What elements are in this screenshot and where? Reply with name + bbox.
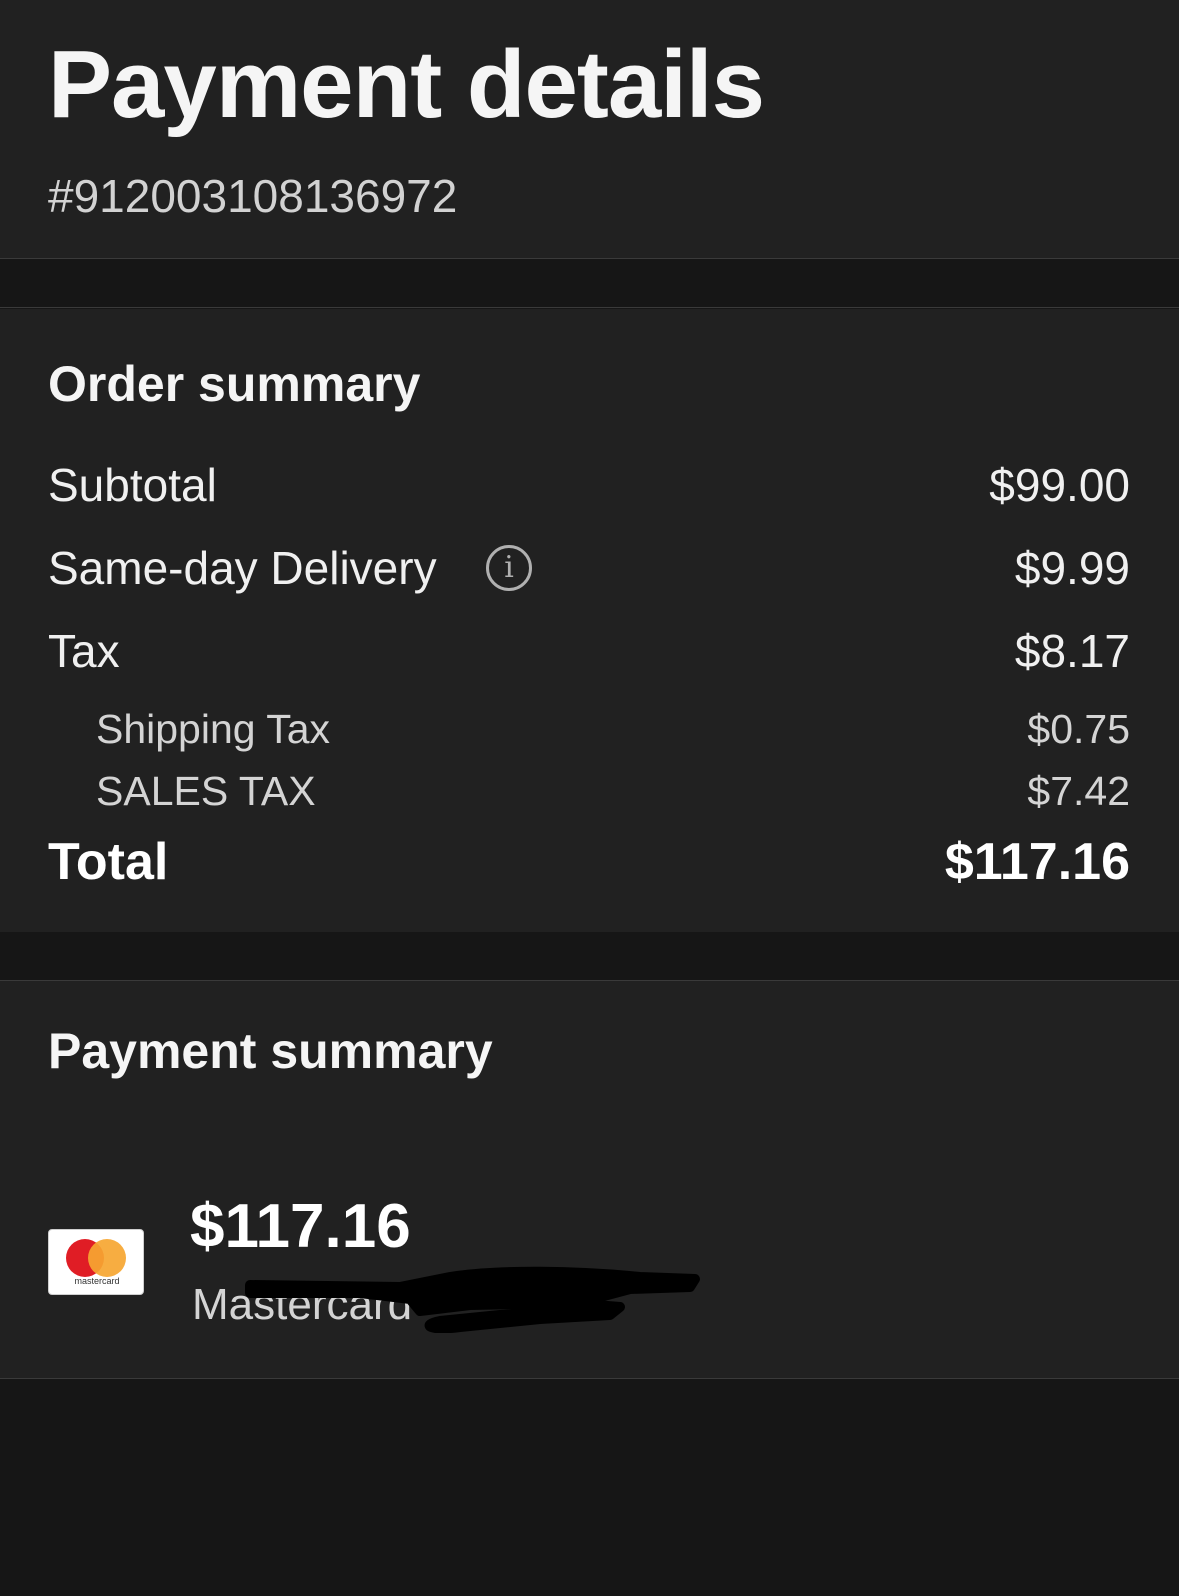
redaction-scribble (245, 1266, 700, 1333)
payment-summary-card: Payment summary mastercard $117.16 Maste… (0, 981, 1179, 1379)
delivery-value: $9.99 (1014, 542, 1130, 594)
shipping-tax-value: $0.75 (1027, 706, 1130, 752)
section-divider (0, 932, 1179, 981)
delivery-row: Same-day Delivery i $9.99 (48, 538, 1130, 598)
order-summary-title: Order summary (48, 356, 421, 412)
total-label: Total (48, 833, 169, 891)
sales-tax-label: SALES TAX (96, 768, 316, 814)
subtotal-value: $99.00 (989, 459, 1130, 511)
header: Payment details #912003108136972 (0, 0, 1179, 259)
sales-tax-row: SALES TAX $7.42 (48, 761, 1130, 821)
total-row: Total $117.16 (48, 832, 1130, 892)
delivery-label: Same-day Delivery (48, 542, 437, 594)
payment-amount: $117.16 (190, 1192, 411, 1261)
section-divider (0, 260, 1179, 308)
shipping-tax-label: Shipping Tax (96, 706, 331, 752)
sales-tax-value: $7.42 (1027, 768, 1130, 814)
total-value: $117.16 (944, 833, 1130, 891)
shipping-tax-row: Shipping Tax $0.75 (48, 699, 1130, 759)
tax-value: $8.17 (1014, 625, 1130, 677)
order-number: #912003108136972 (48, 170, 458, 222)
info-icon[interactable]: i (486, 545, 532, 591)
mastercard-orange-circle (88, 1239, 126, 1277)
page-title: Payment details (48, 31, 765, 138)
payment-summary-title: Payment summary (48, 1023, 493, 1079)
mastercard-logo-text: mastercard (74, 1276, 120, 1286)
tax-label: Tax (48, 625, 120, 677)
order-summary-card: Order summary Subtotal $99.00 Same-day D… (0, 309, 1179, 932)
tax-row: Tax $8.17 (48, 621, 1130, 681)
subtotal-label: Subtotal (48, 459, 217, 511)
mastercard-logo-icon: mastercard (48, 1229, 144, 1295)
subtotal-row: Subtotal $99.00 (48, 455, 1130, 515)
